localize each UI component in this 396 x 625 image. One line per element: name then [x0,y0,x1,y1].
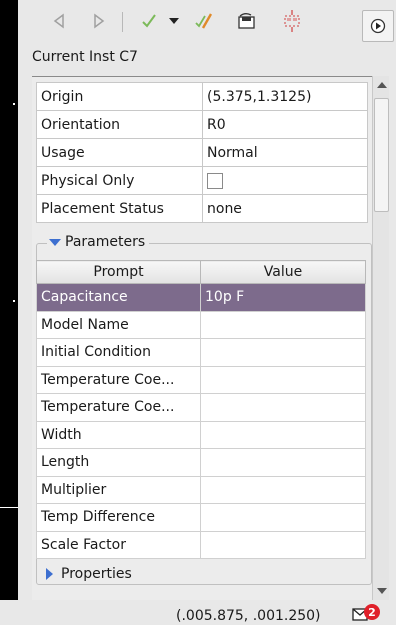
attribute-name: Origin [36,82,203,111]
column-header-prompt[interactable]: Prompt [36,260,201,284]
checkmark-icon[interactable] [136,8,162,34]
edit-clear-icon[interactable] [190,8,216,34]
parameters-header[interactable]: Parameters [47,234,150,250]
canvas-dot [13,103,15,105]
table-row[interactable]: Physical Only [36,166,368,195]
parameter-value[interactable] [200,393,366,422]
parameter-value[interactable] [200,365,366,394]
table-row[interactable]: Temp Difference [36,503,366,532]
parameters-table: Prompt Value Capacitance 10p F Model Nam… [36,260,366,559]
parameter-value[interactable] [200,530,366,559]
parameter-prompt: Width [36,420,201,449]
column-header-value[interactable]: Value [200,260,366,284]
attribute-value[interactable]: none [202,194,368,223]
parameters-title: Parameters [65,234,146,250]
parameter-prompt: Initial Condition [36,338,201,367]
save-icon[interactable] [234,8,260,34]
current-instance-label: Current Inst C7 [32,49,138,65]
attribute-value[interactable]: (5.375,1.3125) [202,82,368,111]
scroll-up-icon[interactable] [377,82,387,88]
table-row[interactable]: Multiplier [36,475,366,504]
toolbar-separator [122,12,123,32]
table-row[interactable]: Usage Normal [36,138,368,167]
attribute-name: Orientation [36,110,203,139]
parameter-value[interactable] [200,338,366,367]
vertical-scrollbar[interactable] [372,76,389,600]
attribute-name: Physical Only [36,166,203,195]
parameter-prompt: Multiplier [36,475,201,504]
expand-triangle-icon [49,238,61,246]
parameter-value[interactable] [200,448,366,477]
table-row[interactable]: Scale Factor [36,530,366,559]
back-icon[interactable] [46,8,72,34]
forward-icon[interactable] [86,8,112,34]
table-row[interactable]: Origin (5.375,1.3125) [36,82,368,111]
parameter-prompt: Scale Factor [36,530,201,559]
table-row[interactable]: Initial Condition [36,338,366,367]
table-row-selected[interactable]: Capacitance 10p F [36,283,366,312]
properties-header[interactable]: Properties [46,566,132,582]
canvas-dot [13,300,15,302]
parameter-prompt: Temperature Coe... [36,365,201,394]
parameter-value[interactable] [200,503,366,532]
notification-badge[interactable]: 2 [364,604,380,620]
properties-title: Properties [61,566,132,582]
table-row[interactable]: Width [36,420,366,449]
toolbar [18,0,396,44]
canvas-wire [0,507,18,508]
parameter-value[interactable] [200,310,366,339]
table-row[interactable]: Length [36,448,366,477]
parameters-group: Parameters Prompt Value Capacitance 10p … [36,234,372,585]
status-bar: (.005.875, .001.250) 2 [0,600,396,624]
placement-icon[interactable] [278,8,306,34]
design-canvas-edge[interactable] [0,0,18,600]
physical-only-checkbox[interactable] [207,172,223,189]
table-row[interactable]: Temperature Coe... [36,365,366,394]
collapse-triangle-icon [46,568,53,580]
attribute-value [202,166,368,195]
attribute-value[interactable]: R0 [202,110,368,139]
attribute-name: Usage [36,138,203,167]
parameter-prompt: Length [36,448,201,477]
parameter-value[interactable] [200,475,366,504]
menu-icon[interactable] [362,10,394,42]
parameter-prompt: Temperature Coe... [36,393,201,422]
parameter-prompt: Capacitance [36,283,201,312]
attribute-value[interactable]: Normal [202,138,368,167]
dropdown-arrow-icon[interactable] [166,8,182,34]
attributes-table: Origin (5.375,1.3125) Orientation R0 Usa… [36,82,368,223]
scroll-down-icon[interactable] [377,588,387,594]
attributes-scroll-area: Origin (5.375,1.3125) Orientation R0 Usa… [32,76,372,601]
scrollbar-thumb[interactable] [374,98,389,212]
table-row[interactable]: Model Name [36,310,366,339]
cursor-coordinates: (.005.875, .001.250) [176,608,321,624]
property-editor-panel: Current Inst C7 Origin (5.375,1.3125) Or… [18,0,396,601]
table-row[interactable]: Placement Status none [36,194,368,223]
parameter-prompt: Temp Difference [36,503,201,532]
parameter-value[interactable] [200,420,366,449]
table-row[interactable]: Orientation R0 [36,110,368,139]
table-row[interactable]: Temperature Coe... [36,393,366,422]
attribute-name: Placement Status [36,194,203,223]
parameter-prompt: Model Name [36,310,201,339]
parameter-value[interactable]: 10p F [200,283,366,312]
